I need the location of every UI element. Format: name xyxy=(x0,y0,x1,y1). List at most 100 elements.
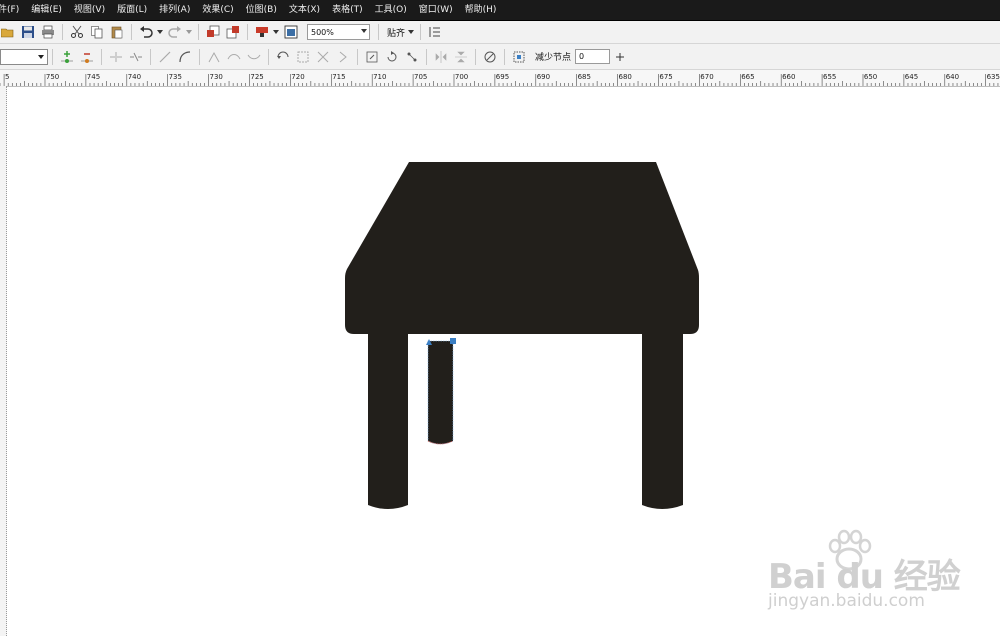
ruler-label: 730 xyxy=(210,73,223,81)
undo-dropdown[interactable] xyxy=(156,24,163,40)
ruler-label: 5 xyxy=(5,73,9,81)
add-node-button[interactable] xyxy=(59,49,75,65)
convert-to-line-button[interactable] xyxy=(157,49,173,65)
ruler-label: 670 xyxy=(700,73,713,81)
ruler-label: 650 xyxy=(864,73,877,81)
select-all-nodes-button[interactable] xyxy=(511,49,527,65)
welcome-screen-button[interactable] xyxy=(283,24,299,40)
toolbar-separator xyxy=(199,48,200,65)
node-handle[interactable] xyxy=(450,338,456,344)
smooth-node-button[interactable] xyxy=(226,49,242,65)
symmetrical-node-icon xyxy=(247,54,261,59)
menu-window[interactable]: 窗口(W) xyxy=(414,0,458,20)
horizontal-ruler[interactable]: 5 750 745 740 735 730 725 720 715 710 705 700 695 690… xyxy=(0,70,1000,87)
align-nodes-icon xyxy=(407,52,417,61)
node-selection-mode-select[interactable] xyxy=(0,48,48,65)
redo-dropdown[interactable] xyxy=(185,24,192,40)
ruler-label: 745 xyxy=(87,73,100,81)
standard-toolbar: 500% 贴齐 xyxy=(0,21,1000,44)
menu-file[interactable]: 件(F) xyxy=(0,0,24,20)
snap-dropdown[interactable] xyxy=(407,24,414,40)
convert-to-curve-button[interactable] xyxy=(177,49,193,65)
add-node-icon xyxy=(61,50,73,63)
ruler-label: 715 xyxy=(332,73,345,81)
toolbar-separator xyxy=(420,24,422,40)
chevron-down-icon[interactable] xyxy=(361,29,367,33)
menu-layout[interactable]: 版面(L) xyxy=(112,0,152,20)
toolbar-separator xyxy=(247,24,248,40)
open-button[interactable] xyxy=(0,24,16,40)
menu-view[interactable]: 视图(V) xyxy=(69,0,110,20)
toolbar-separator xyxy=(268,48,269,65)
extract-subpath-button[interactable] xyxy=(315,49,331,65)
tabletop-shape[interactable] xyxy=(345,162,699,334)
menu-tools[interactable]: 工具(O) xyxy=(370,0,412,20)
ruler-label: 655 xyxy=(823,73,836,81)
cusp-node-button[interactable] xyxy=(206,49,222,65)
menu-bitmaps[interactable]: 位图(B) xyxy=(241,0,282,20)
cut-button[interactable] xyxy=(69,24,85,40)
extend-curve-icon xyxy=(297,51,309,62)
toolbar-separator xyxy=(198,24,199,40)
zoom-level-field[interactable]: 500% xyxy=(307,24,370,40)
reflect-vertical-button[interactable] xyxy=(453,49,469,65)
cusp-node-icon xyxy=(208,51,220,62)
align-nodes-button[interactable] xyxy=(404,49,420,65)
menu-text[interactable]: 文本(X) xyxy=(284,0,325,20)
ruler-label: 635 xyxy=(987,73,1000,81)
rotate-nodes-button[interactable] xyxy=(384,49,400,65)
watermark-url: jingyan.baidu.com xyxy=(768,591,925,611)
table-leg-left[interactable] xyxy=(368,334,408,509)
extract-subpath-icon xyxy=(317,51,329,62)
reverse-direction-button[interactable] xyxy=(275,49,291,65)
table-leg-right[interactable] xyxy=(642,334,683,509)
export-button[interactable] xyxy=(225,24,241,40)
elastic-mode-icon xyxy=(484,51,496,62)
ruler-label: 665 xyxy=(741,73,754,81)
table-leg-back-selected[interactable] xyxy=(428,341,453,444)
watermark: Bai du 经验 jingyan.baidu.com xyxy=(760,525,961,625)
ruler-label: 685 xyxy=(578,73,591,81)
menu-arrange[interactable]: 排列(A) xyxy=(154,0,195,20)
symmetrical-node-button[interactable] xyxy=(246,49,262,65)
reduce-nodes-stepper[interactable] xyxy=(612,49,628,65)
delete-node-button[interactable] xyxy=(79,49,95,65)
reflect-horizontal-button[interactable] xyxy=(433,49,449,65)
menu-table[interactable]: 表格(T) xyxy=(327,0,368,20)
save-icon xyxy=(22,26,34,38)
reduce-nodes-input[interactable]: 0 xyxy=(575,49,611,64)
ruler-label: 645 xyxy=(905,73,918,81)
menu-edit[interactable]: 编辑(E) xyxy=(26,0,67,20)
elastic-mode-button[interactable] xyxy=(482,49,498,65)
join-nodes-button[interactable] xyxy=(108,49,124,65)
window-icon xyxy=(284,25,298,39)
application-launcher-button[interactable] xyxy=(254,24,270,40)
import-button[interactable] xyxy=(205,24,221,40)
options-button[interactable] xyxy=(427,24,443,40)
undo-icon xyxy=(140,26,153,38)
break-curve-button[interactable] xyxy=(128,49,144,65)
toolbar-separator xyxy=(131,24,132,40)
menu-help[interactable]: 帮助(H) xyxy=(460,0,502,20)
snap-to-button[interactable]: 贴齐 xyxy=(387,26,405,39)
close-curve-button[interactable] xyxy=(335,49,351,65)
redo-button[interactable] xyxy=(167,24,183,40)
stretch-nodes-button[interactable] xyxy=(364,49,380,65)
launcher-dropdown[interactable] xyxy=(272,24,279,40)
property-bar: 减少节点 0 xyxy=(0,44,1000,70)
paste-button[interactable] xyxy=(109,24,125,40)
toolbar-separator xyxy=(150,48,151,65)
print-button[interactable] xyxy=(40,24,56,40)
join-nodes-icon xyxy=(110,51,122,62)
menu-effects[interactable]: 效果(C) xyxy=(197,0,238,20)
chevron-down-icon xyxy=(272,30,279,34)
undo-button[interactable] xyxy=(138,24,154,40)
extend-curve-button[interactable] xyxy=(295,49,311,65)
ruler-scale: 5 750 745 740 735 730 725 720 715 710 705 700 695 690… xyxy=(0,73,1000,86)
ruler-label: 700 xyxy=(455,73,468,81)
toolbar-separator xyxy=(101,48,102,65)
copy-button[interactable] xyxy=(89,24,105,40)
toolbar-separator xyxy=(378,24,379,40)
stretch-nodes-icon xyxy=(366,51,378,62)
save-button[interactable] xyxy=(20,24,36,40)
